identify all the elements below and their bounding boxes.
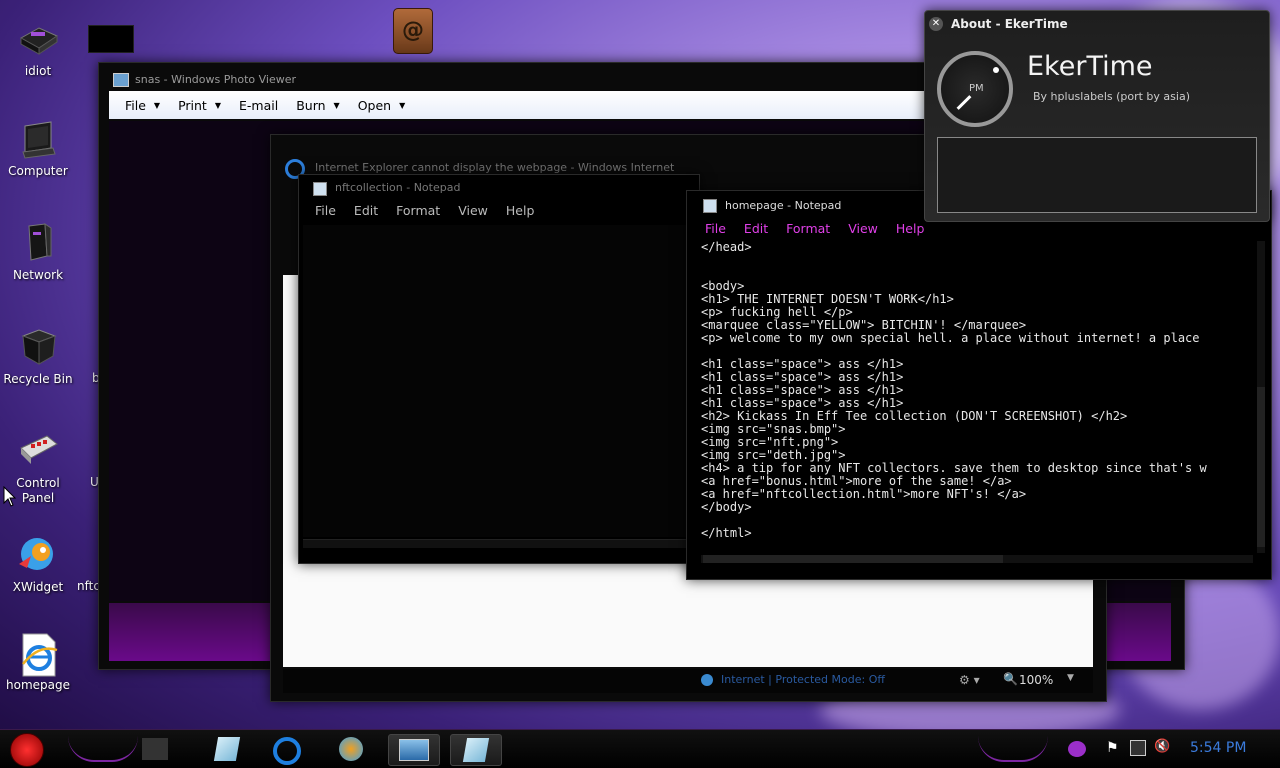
- file-menu[interactable]: File: [705, 221, 726, 236]
- code-line: <a href="nftcollection.html">more NFT's!…: [701, 487, 1027, 501]
- view-menu[interactable]: View: [458, 203, 488, 218]
- action-center-flag-icon[interactable]: ⚑: [1106, 740, 1119, 756]
- chevron-down-icon[interactable]: ▼: [1067, 673, 1074, 683]
- desktop-icon-label: XWidget: [12, 580, 64, 594]
- xwidget-icon: [17, 534, 59, 576]
- taskbar-clock[interactable]: 5:54 PM: [1190, 740, 1246, 756]
- about-ekertime-dialog[interactable]: ✕ About - EkerTime PM EkerTime By hplusl…: [924, 10, 1270, 222]
- format-menu[interactable]: Format: [786, 221, 830, 236]
- notepad-homepage-window[interactable]: homepage - Notepad File Edit Format View…: [686, 190, 1272, 580]
- help-menu[interactable]: Help: [896, 221, 925, 236]
- taskbar-app-media[interactable]: [130, 734, 180, 764]
- taskbar-xwidget-button[interactable]: [326, 734, 376, 764]
- partial-desktop-label: nftc: [77, 579, 100, 593]
- clock-dot: [993, 67, 999, 73]
- volume-muted-icon[interactable]: 🔇: [1154, 739, 1170, 754]
- file-menu[interactable]: File: [315, 203, 336, 218]
- clock-icon: PM: [937, 51, 1013, 127]
- start-button[interactable]: [10, 733, 44, 767]
- email-button[interactable]: E-mail: [239, 98, 278, 113]
- chevron-down-icon: ▼: [214, 100, 221, 110]
- about-info-box: [937, 137, 1257, 213]
- notepad-nft-menubar: File Edit Format View Help: [299, 199, 699, 221]
- taskbar-decoration: [978, 736, 1048, 762]
- notepad-home-text-area[interactable]: </head> <body> <h1> THE INTERNET DOESN'T W…: [701, 241, 1253, 551]
- chevron-down-icon: ▼: [333, 100, 340, 110]
- security-icon[interactable]: ⚙ ▾: [959, 673, 980, 687]
- html-file-icon: [17, 632, 59, 677]
- edit-menu[interactable]: Edit: [744, 221, 768, 236]
- desktop-icon-label: Network: [12, 268, 64, 282]
- network-tray-icon[interactable]: [1130, 740, 1146, 756]
- clock-hand: [956, 95, 972, 110]
- scrollbar-thumb[interactable]: [1257, 387, 1265, 547]
- folder-icon: [17, 18, 59, 60]
- desktop-icon-label: Computer: [8, 164, 68, 178]
- edit-menu[interactable]: Edit: [354, 203, 378, 218]
- desktop-icon-label: homepage: [6, 678, 70, 692]
- code-line: </html>: [701, 526, 752, 540]
- app-byline: By hpluslabels (port by asia): [1033, 90, 1190, 103]
- chevron-down-icon: ▼: [399, 100, 406, 110]
- computer-icon: [17, 118, 59, 160]
- ie-status-text: Internet | Protected Mode: Off: [721, 673, 885, 686]
- address-book-icon[interactable]: @: [393, 8, 433, 54]
- horizontal-scrollbar[interactable]: [701, 555, 1253, 563]
- notepad-nft-text-area[interactable]: [303, 225, 693, 537]
- mouse-cursor-icon: [3, 486, 17, 507]
- zoom-level[interactable]: 100%: [1019, 673, 1053, 687]
- desktop-icon-idiot[interactable]: idiot: [0, 18, 76, 79]
- desktop-icon-xwidget[interactable]: XWidget: [0, 534, 76, 595]
- desktop-icon-recycle-bin[interactable]: Recycle Bin: [0, 326, 76, 387]
- photo-viewer-app-icon: [113, 73, 129, 87]
- about-dialog-title: About - EkerTime: [951, 17, 1068, 31]
- app-name: EkerTime: [1027, 51, 1153, 82]
- burn-menu[interactable]: Burn: [296, 98, 325, 113]
- scrollbar-thumb[interactable]: [703, 555, 1003, 563]
- help-menu[interactable]: Help: [506, 203, 535, 218]
- taskbar-decoration: [68, 736, 138, 762]
- ie-status-bar: Internet | Protected Mode: Off ⚙ ▾ 🔍 100…: [283, 669, 1093, 693]
- open-menu[interactable]: Open: [358, 98, 391, 113]
- taskbar-notepad2-button[interactable]: [450, 734, 502, 766]
- clock-ampm-label: PM: [969, 83, 984, 94]
- control-panel-icon: [17, 430, 59, 472]
- format-menu[interactable]: Format: [396, 203, 440, 218]
- desktop-icon-computer[interactable]: Computer: [0, 118, 76, 179]
- zoom-icon: 🔍: [1003, 672, 1018, 686]
- notepad-nftcollection-window[interactable]: nftcollection - Notepad File Edit Format…: [298, 174, 700, 564]
- desktop-icon-network[interactable]: Network: [0, 222, 76, 283]
- close-icon[interactable]: ✕: [929, 17, 943, 31]
- globe-icon: [701, 674, 713, 686]
- recycle-bin-icon: [17, 326, 59, 368]
- print-menu[interactable]: Print: [178, 98, 207, 113]
- network-icon: [17, 222, 59, 264]
- code-line: </head>: [701, 241, 752, 254]
- code-line: </body>: [701, 500, 752, 514]
- desktop-icon-homepage[interactable]: homepage: [0, 632, 76, 693]
- taskbar: ⚑ 🔇 5:54 PM: [0, 729, 1280, 768]
- desktop-icon-label: Recycle Bin: [3, 372, 73, 386]
- horizontal-scrollbar[interactable]: [303, 539, 693, 548]
- taskbar-ie-button[interactable]: [262, 734, 312, 765]
- vertical-scrollbar[interactable]: [1257, 241, 1265, 553]
- view-menu[interactable]: View: [848, 221, 878, 236]
- taskbar-notepad-button[interactable]: [202, 734, 252, 764]
- taskbar-photo-viewer-button[interactable]: [388, 734, 440, 766]
- code-line: <p> welcome to my own special hell. a pl…: [701, 331, 1200, 345]
- desktop-icon-label: idiot: [24, 64, 52, 78]
- photo-viewer-toolbar: File ▼ Print ▼ E-mail Burn ▼ Open ▼: [109, 91, 924, 119]
- chevron-down-icon: ▼: [153, 100, 161, 110]
- black-app-icon[interactable]: [88, 25, 134, 53]
- tray-orb-icon[interactable]: [1068, 741, 1086, 757]
- file-menu[interactable]: File: [125, 98, 146, 113]
- notepad-nft-title: nftcollection - Notepad: [335, 181, 461, 194]
